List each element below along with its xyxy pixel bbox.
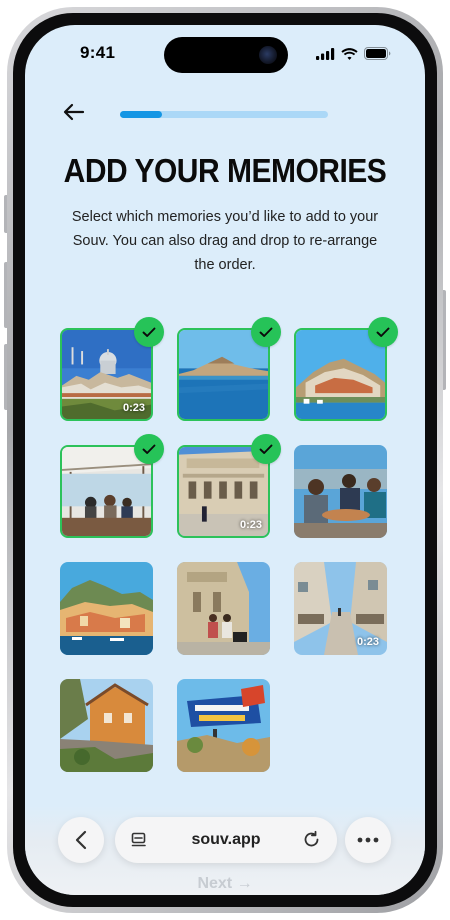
battery-icon [364,47,391,60]
reload-icon[interactable] [302,830,321,849]
dynamic-island [164,37,288,73]
memory-tile[interactable]: 0:23 [177,434,281,538]
address-bar[interactable]: souv.app [115,817,337,863]
check-icon [134,434,164,464]
memory-tile[interactable]: 0:23 [294,562,387,655]
cellular-signal-icon [316,47,335,60]
memory-photo [294,445,387,538]
arrow-left-icon [63,103,85,121]
page-subtitle: Select which memories you’d like to add … [71,209,379,273]
status-time: 9:41 [80,43,116,62]
memory-photo [177,679,270,772]
progress-bar [120,111,328,118]
check-icon [251,434,281,464]
memory-tile[interactable] [60,562,153,655]
memory-photo [177,562,270,655]
progress-bar-fill [120,111,162,118]
app-screen: 9:41 ADD YOUR MEMORIES Select which memo [25,25,425,895]
memory-tile[interactable]: 0:23 [60,317,164,421]
memories-grid: 0:23 0:23 0:23 [60,317,398,772]
memory-tile[interactable] [294,317,398,421]
memory-photo [60,562,153,655]
page-title: ADD YOUR MEMORIES [63,152,387,190]
browser-back-button[interactable] [58,817,104,863]
memory-tile[interactable] [60,434,164,538]
camera-icon [259,46,277,64]
next-button-behind: Next → [197,875,253,892]
memory-tile[interactable] [60,679,153,772]
memory-tile[interactable] [177,317,281,421]
memory-tile[interactable] [294,445,387,538]
check-icon [368,317,398,347]
browser-more-button[interactable] [345,817,391,863]
memory-duration: 0:23 [122,402,145,414]
more-icon [357,837,379,843]
back-button[interactable] [63,103,89,125]
check-icon [251,317,281,347]
check-icon [134,317,164,347]
status-icons [316,47,391,60]
memory-tile[interactable] [177,679,270,772]
wifi-icon [341,47,358,60]
memory-tile[interactable] [177,562,270,655]
memory-duration: 0:23 [239,519,262,531]
memory-photo [60,679,153,772]
memory-duration: 0:23 [356,636,379,648]
chevron-left-icon [75,830,87,850]
